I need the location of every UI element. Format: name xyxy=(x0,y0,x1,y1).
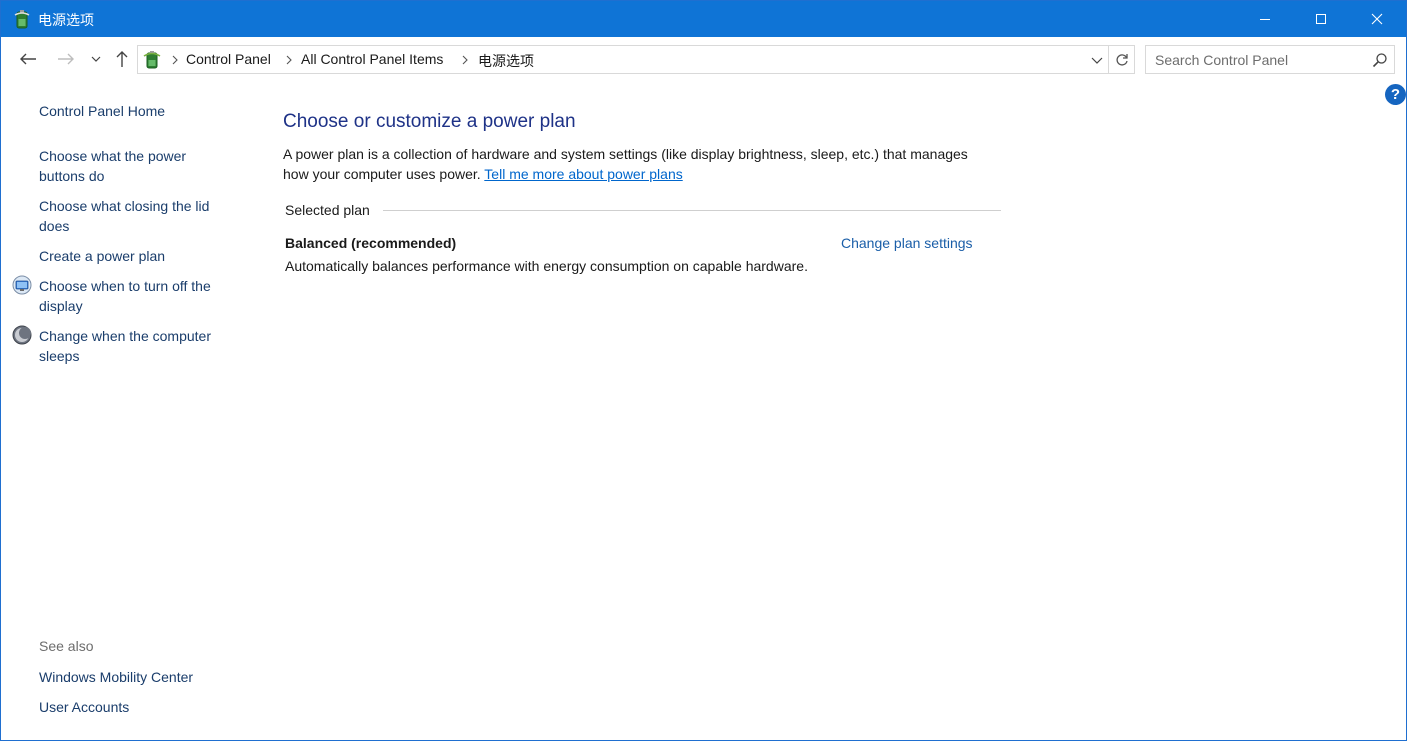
see-also-heading: See also xyxy=(39,638,94,654)
link-line: Choose what closing the lid xyxy=(39,198,210,214)
search-input[interactable] xyxy=(1146,46,1366,73)
learn-more-link[interactable]: Tell me more about power plans xyxy=(484,166,682,182)
back-button[interactable] xyxy=(17,47,39,71)
refresh-button[interactable] xyxy=(1108,46,1134,73)
breadcrumb-power-options[interactable]: 电源选项 xyxy=(478,51,534,71)
chevron-down-icon xyxy=(91,56,101,62)
link-line: Choose when to turn off the xyxy=(39,278,211,294)
selected-plan-heading: Selected plan xyxy=(285,202,370,218)
chevron-down-icon xyxy=(1091,57,1103,64)
create-power-plan-link[interactable]: Create a power plan xyxy=(39,246,239,266)
chevron-right-icon[interactable] xyxy=(170,53,180,65)
navigation-bar: Control Panel All Control Panel Items 电源… xyxy=(1,37,1406,81)
link-line: Change when the computer xyxy=(39,328,211,344)
breadcrumb-control-panel[interactable]: Control Panel xyxy=(186,51,271,67)
link-line: display xyxy=(39,298,83,314)
arrow-left-icon xyxy=(20,53,36,65)
power-options-icon xyxy=(142,49,162,70)
search-box[interactable] xyxy=(1145,45,1395,74)
task-pane: Control Panel Home Choose what the power… xyxy=(1,81,251,741)
power-buttons-link[interactable]: Choose what the power buttons do xyxy=(39,146,239,186)
moon-icon xyxy=(12,325,32,345)
address-bar[interactable]: Control Panel All Control Panel Items 电源… xyxy=(137,45,1135,74)
help-button[interactable]: ? xyxy=(1385,84,1406,105)
power-options-icon xyxy=(13,9,31,29)
recent-locations-button[interactable] xyxy=(87,47,105,71)
page-description: A power plan is a collection of hardware… xyxy=(283,144,983,184)
breadcrumb-all-items[interactable]: All Control Panel Items xyxy=(301,51,443,67)
search-icon[interactable] xyxy=(1372,52,1388,68)
maximize-button[interactable] xyxy=(1295,1,1347,37)
title-bar[interactable]: 电源选项 xyxy=(1,1,1406,37)
turn-off-display-link[interactable]: Choose when to turn off the display xyxy=(39,276,239,316)
user-accounts-link[interactable]: User Accounts xyxy=(39,697,239,717)
computer-sleeps-link[interactable]: Change when the computer sleeps xyxy=(39,326,239,366)
link-line: sleeps xyxy=(39,348,80,364)
page-title: Choose or customize a power plan xyxy=(283,111,576,132)
control-panel-window: 电源选项 Control Panel All Control Panel Ite… xyxy=(0,0,1407,741)
change-plan-settings-link[interactable]: Change plan settings xyxy=(841,235,973,251)
close-button[interactable] xyxy=(1351,1,1403,37)
up-button[interactable] xyxy=(111,47,133,71)
section-divider xyxy=(383,210,1001,211)
mobility-center-link[interactable]: Windows Mobility Center xyxy=(39,667,239,687)
control-panel-home-link[interactable]: Control Panel Home xyxy=(39,101,239,121)
plan-description: Automatically balances performance with … xyxy=(285,258,808,274)
chevron-right-icon[interactable] xyxy=(460,53,470,65)
window-title: 电源选项 xyxy=(38,12,94,28)
monitor-icon xyxy=(12,275,32,295)
chevron-right-icon[interactable] xyxy=(284,53,294,65)
minimize-icon xyxy=(1260,19,1270,20)
forward-button[interactable] xyxy=(55,47,77,71)
maximize-icon xyxy=(1316,14,1326,24)
arrow-up-icon xyxy=(116,51,128,67)
link-line: buttons do xyxy=(39,168,105,184)
close-icon xyxy=(1371,13,1383,25)
minimize-button[interactable] xyxy=(1239,1,1291,37)
arrow-right-icon xyxy=(58,53,74,65)
address-history-button[interactable] xyxy=(1086,46,1108,73)
closing-lid-link[interactable]: Choose what closing the lid does xyxy=(39,196,239,236)
plan-name: Balanced (recommended) xyxy=(285,235,457,251)
link-line: Choose what the power xyxy=(39,148,187,164)
link-line: does xyxy=(39,218,70,234)
refresh-icon xyxy=(1115,53,1128,66)
